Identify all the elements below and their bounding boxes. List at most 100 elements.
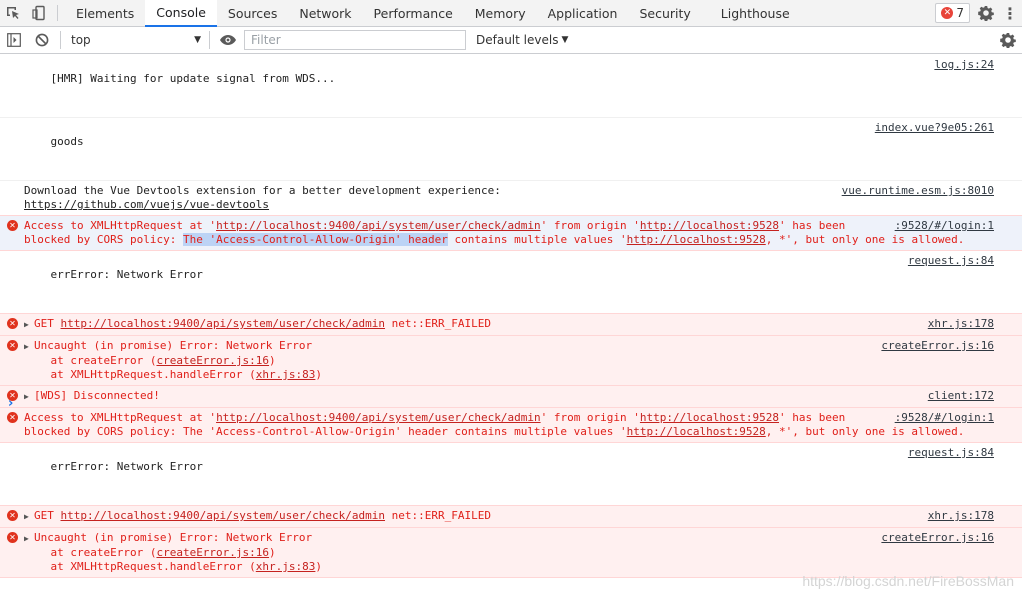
message-text: errError: Network Error — [50, 268, 203, 281]
settings-gear-icon[interactable] — [974, 1, 998, 25]
tab-separator — [57, 5, 58, 21]
source-link[interactable]: :9528/#/login:1 — [895, 219, 994, 233]
stack-link[interactable]: xhr.js:83 — [256, 368, 316, 381]
toolbar-separator — [209, 31, 210, 49]
source-link[interactable]: createError.js:16 — [881, 339, 994, 353]
toolbar-separator — [60, 31, 61, 49]
stack-frame: ) — [315, 368, 323, 381]
source-link[interactable]: xhr.js:178 — [928, 509, 994, 523]
source-link[interactable]: log.js:24 — [934, 58, 994, 72]
console-message-log: goods index.vue?9e05:261 — [0, 118, 1022, 181]
source-link[interactable]: request.js:84 — [908, 446, 994, 460]
error-icon: ✕ — [7, 510, 18, 521]
chevron-down-icon: ▼ — [194, 35, 201, 45]
expand-triangle-icon[interactable]: ▶ — [24, 510, 34, 524]
stack-frame: at XMLHttpRequest.handleError ( — [24, 560, 256, 573]
message-link[interactable]: http://localhost:9528 — [640, 411, 779, 424]
log-levels-dropdown[interactable]: Default levels ▼ — [476, 33, 568, 47]
tab-application[interactable]: Application — [537, 0, 629, 26]
tab-security[interactable]: Security — [628, 0, 701, 26]
error-icon: ✕ — [7, 340, 18, 351]
clear-console-icon[interactable] — [28, 27, 56, 53]
source-link[interactable]: request.js:84 — [908, 254, 994, 268]
message-text: GET — [34, 317, 61, 330]
inspect-element-icon[interactable] — [0, 0, 26, 26]
source-link[interactable]: :9528/#/login:1 — [895, 411, 994, 425]
message-text: net::ERR_FAILED — [385, 509, 491, 522]
expand-triangle-icon[interactable]: ▶ — [24, 340, 34, 354]
stack-link[interactable]: createError.js:16 — [156, 546, 269, 559]
filter-input[interactable] — [244, 30, 466, 50]
message-text: ' has been — [779, 219, 846, 232]
chevron-down-icon: ▼ — [561, 35, 569, 45]
console-toolbar: top ▼ Default levels ▼ — [0, 27, 1022, 54]
device-toolbar-icon[interactable] — [26, 0, 52, 26]
stack-frame: at XMLHttpRequest.handleError ( — [24, 368, 256, 381]
message-text: blocked by CORS policy: — [24, 233, 183, 246]
stack-frame: ) — [315, 560, 323, 573]
message-text: Download the Vue Devtools extension for … — [24, 184, 501, 197]
tab-performance[interactable]: Performance — [363, 0, 464, 26]
source-link[interactable]: index.vue?9e05:261 — [875, 121, 994, 135]
error-icon: ✕ — [7, 532, 18, 543]
message-text: ' from origin ' — [540, 219, 640, 232]
message-text: [HMR] Waiting for update signal from WDS… — [50, 72, 336, 85]
stack-link[interactable]: xhr.js:83 — [256, 560, 316, 573]
stack-frame: ) — [269, 546, 276, 559]
console-message-error: ✕ Access to XMLHttpRequest at 'http://loc… — [0, 215, 1022, 251]
expand-triangle-icon[interactable]: ▶ — [24, 532, 34, 546]
expand-triangle-icon[interactable]: ▶ — [24, 390, 34, 404]
source-link[interactable]: createError.js:16 — [881, 531, 994, 545]
message-link[interactable]: http://localhost:9400/api/system/user/ch… — [216, 411, 541, 424]
tab-console[interactable]: Console — [145, 0, 217, 27]
console-message-log: Download the Vue Devtools extension for … — [0, 181, 1022, 216]
error-icon: ✕ — [7, 220, 18, 231]
source-link[interactable]: vue.runtime.esm.js:8010 — [842, 184, 994, 198]
error-count: 7 — [956, 6, 964, 20]
tabbar-right: ✕ 7 ⋮ — [935, 0, 1022, 26]
message-link[interactable]: http://localhost:9400/api/system/user/ch… — [61, 317, 386, 330]
message-link[interactable]: http://localhost:9400/api/system/user/ch… — [61, 509, 386, 522]
error-count-badge[interactable]: ✕ 7 — [935, 3, 970, 23]
console-messages: [HMR] Waiting for update signal from WDS… — [0, 55, 1022, 578]
console-message-error[interactable]: ✕ ▶ [WDS] Disconnected! client:172 — [0, 385, 1022, 408]
message-text: ' from origin ' — [540, 411, 640, 424]
console-message-error: ✕ Access to XMLHttpRequest at 'http://loc… — [0, 407, 1022, 443]
tab-network[interactable]: Network — [288, 0, 362, 26]
message-text: Access to XMLHttpRequest at ' — [24, 411, 217, 424]
message-text: GET — [34, 509, 61, 522]
context-selector[interactable]: top ▼ — [65, 29, 205, 51]
tab-memory[interactable]: Memory — [464, 0, 537, 26]
message-link[interactable]: http://localhost:9400/api/system/user/ch… — [216, 219, 541, 232]
console-settings-gear-icon[interactable] — [1000, 32, 1022, 48]
error-icon: ✕ — [7, 412, 18, 423]
show-sidebar-icon[interactable] — [0, 27, 28, 53]
more-options-icon[interactable]: ⋮ — [1002, 1, 1018, 25]
expand-triangle-icon[interactable]: ▶ — [24, 318, 34, 332]
message-text: contains multiple values ' — [447, 233, 627, 246]
message-text: Uncaught (in promise) Error: Network Err… — [34, 531, 313, 544]
live-expression-eye-icon[interactable] — [214, 34, 242, 46]
source-link[interactable]: xhr.js:178 — [928, 317, 994, 331]
stack-frame: at createError ( — [24, 354, 157, 367]
message-text: Uncaught (in promise) Error: Network Err… — [34, 339, 313, 352]
stack-link[interactable]: createError.js:16 — [156, 354, 269, 367]
source-link[interactable]: client:172 — [928, 389, 994, 403]
tab-lighthouse[interactable]: Lighthouse — [710, 0, 801, 26]
message-text: goods — [50, 135, 84, 148]
tab-sources[interactable]: Sources — [217, 0, 288, 26]
console-prompt-chevron-icon[interactable]: › — [8, 396, 13, 411]
message-link[interactable]: http://localhost:9528 — [627, 233, 766, 246]
console-message-log: [HMR] Waiting for update signal from WDS… — [0, 55, 1022, 118]
log-levels-label: Default levels — [476, 33, 559, 47]
message-link[interactable]: http://localhost:9528 — [640, 219, 779, 232]
stack-frame: ) — [269, 354, 276, 367]
message-link[interactable]: https://github.com/vuejs/vue-devtools — [24, 198, 269, 211]
message-text: , *', but only one is allowed. — [765, 425, 965, 438]
error-icon: ✕ — [7, 318, 18, 329]
message-text: Access to XMLHttpRequest at ' — [24, 219, 217, 232]
tab-elements[interactable]: Elements — [65, 0, 145, 26]
console-message-error[interactable]: ✕ ▶ GET http://localhost:9400/api/system/u… — [0, 505, 1022, 528]
console-message-error[interactable]: ✕ ▶ GET http://localhost:9400/api/system/u… — [0, 313, 1022, 336]
message-link[interactable]: http://localhost:9528 — [627, 425, 766, 438]
